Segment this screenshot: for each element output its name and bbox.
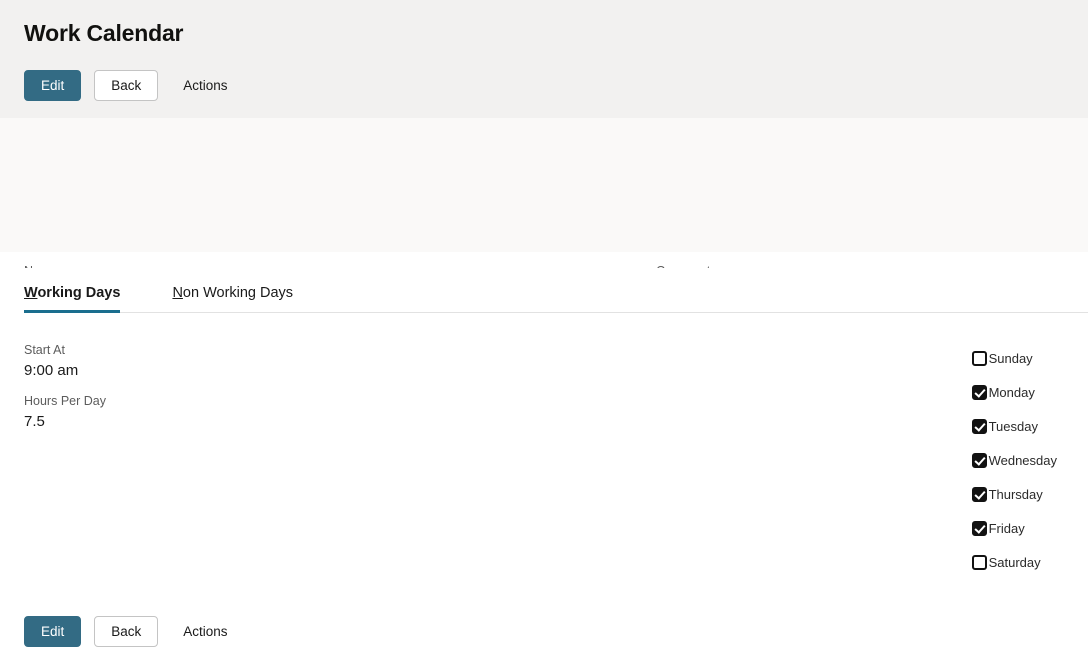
top-toolbar: Edit Back Actions (24, 70, 239, 101)
day-checkbox-label: Saturday (988, 554, 1041, 570)
day-checkbox-row[interactable]: Thursday (971, 477, 1057, 511)
day-checkbox-icon[interactable] (971, 384, 987, 400)
bottom-toolbar: Edit Back Actions (24, 616, 239, 647)
edit-button-bottom[interactable]: Edit (24, 616, 82, 647)
day-checkbox-label: Tuesday (988, 418, 1038, 434)
working-days-details: Start At 9:00 am Hours Per Day 7.5 (24, 341, 106, 443)
tab-working-days-accesskey: W (24, 285, 38, 301)
hours-per-day-label: Hours Per Day (24, 394, 106, 408)
back-button-bottom[interactable]: Back (94, 616, 159, 647)
page-title: Work Calendar (24, 20, 184, 46)
actions-menu-button-bottom[interactable]: Actions (172, 616, 238, 647)
day-checkbox-icon[interactable] (971, 452, 987, 468)
tab-non-working-days[interactable]: Non Working Days (172, 285, 293, 312)
day-checkbox-label: Sunday (988, 350, 1033, 366)
tab-strip: Working Days Non Working Days (0, 268, 1088, 313)
edit-button[interactable]: Edit (24, 70, 82, 101)
day-checkbox-label: Thursday (988, 486, 1043, 502)
day-checkbox-icon[interactable] (971, 418, 987, 434)
day-checkbox-row[interactable]: Tuesday (971, 409, 1057, 443)
hours-per-day-value: 7.5 (24, 413, 45, 430)
tab-working-days-label: orking Days (37, 285, 121, 301)
start-at-label: Start At (24, 343, 65, 357)
working-days-checkbox-list: Sunday Monday Tuesday Wednesday Thursday Frid… (971, 341, 1057, 579)
day-checkbox-row[interactable]: Friday (971, 511, 1057, 545)
day-checkbox-row[interactable]: Monday (971, 375, 1057, 409)
summary-section: Name Standard US Employee Work Calendar … (0, 118, 1088, 329)
day-checkbox-row[interactable]: Saturday (971, 545, 1057, 579)
day-checkbox-icon[interactable] (971, 350, 987, 366)
tab-list: Working Days Non Working Days (24, 268, 345, 313)
day-checkbox-label: Wednesday (988, 452, 1057, 468)
day-checkbox-icon[interactable] (971, 486, 987, 502)
day-checkbox-icon[interactable] (971, 554, 987, 570)
day-checkbox-icon[interactable] (971, 520, 987, 536)
back-button[interactable]: Back (94, 70, 159, 101)
working-days-panel: Start At 9:00 am Hours Per Day 7.5 Sunda… (0, 313, 1088, 623)
day-checkbox-label: Monday (988, 384, 1035, 400)
actions-menu-button[interactable]: Actions (172, 70, 238, 101)
tab-non-working-days-accesskey: N (172, 285, 183, 301)
tab-non-working-days-label: on Working Days (182, 285, 294, 301)
start-at-field: Start At 9:00 am (24, 341, 106, 381)
day-checkbox-row[interactable]: Wednesday (971, 443, 1057, 477)
hours-per-day-field: Hours Per Day 7.5 (24, 392, 106, 432)
tab-working-days[interactable]: Working Days (24, 285, 121, 313)
day-checkbox-label: Friday (988, 520, 1025, 536)
start-at-value: 9:00 am (24, 362, 79, 379)
page-header: Work Calendar Edit Back Actions (0, 0, 1088, 118)
day-checkbox-row[interactable]: Sunday (971, 341, 1057, 375)
